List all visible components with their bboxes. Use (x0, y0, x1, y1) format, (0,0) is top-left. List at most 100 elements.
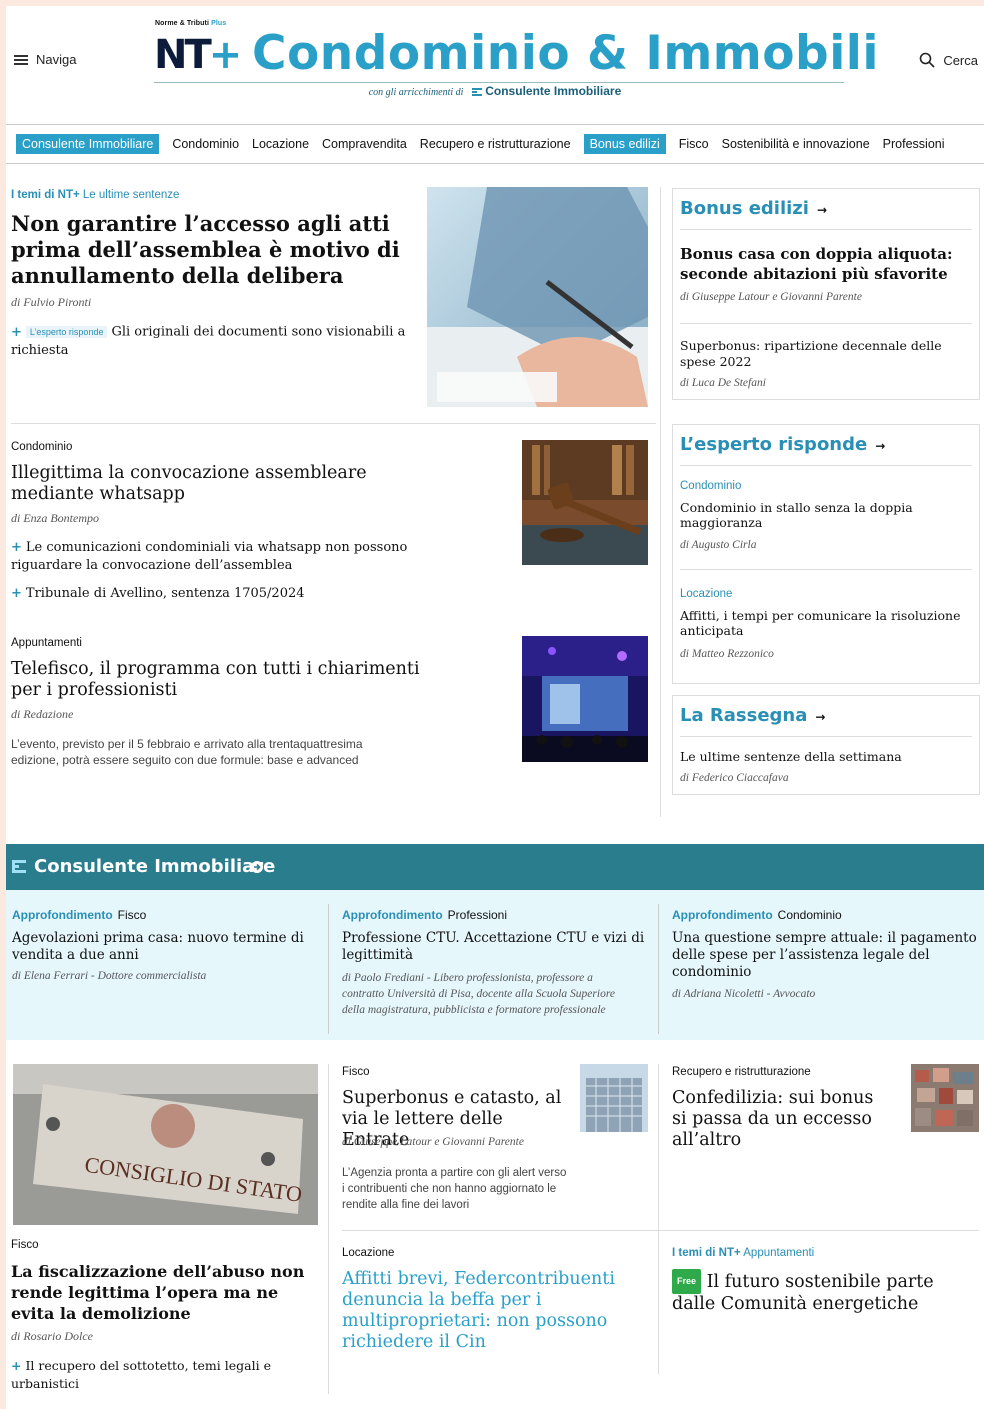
b3-image[interactable] (911, 1064, 979, 1132)
enrichment-brand[interactable]: Consulente Immobiliare (485, 84, 621, 98)
b3-title[interactable]: Confedilizia: sui bonus si passa da un e… (672, 1088, 892, 1151)
esperto-a2-byline: di Matteo Rezzonico (680, 648, 774, 660)
b5-title[interactable]: Free Il futuro sostenibile parte dalle C… (672, 1269, 977, 1315)
b5-tem[interactable]: I temi di NT+ (672, 1247, 741, 1259)
nav-condominio[interactable]: Condominio (172, 137, 239, 151)
divider (658, 904, 659, 1034)
arrow-right-icon: → (815, 710, 826, 724)
menu-button[interactable]: Naviga (14, 52, 76, 67)
story2-byline: di Enza Bontempo (11, 511, 99, 525)
divider (680, 736, 972, 737)
page: Naviga Norme & Tributi Plus NT+ Condomin… (6, 6, 984, 1409)
ci-c1-label: Approfondimento Fisco (12, 908, 147, 922)
bonus-a2-byline: di Luca De Stefani (680, 377, 766, 389)
logo-underline (154, 82, 844, 83)
b2-byline: di Giuseppe Latour e Giovanni Parente (342, 1136, 524, 1148)
rassegna-a1-title[interactable]: Le ultime sentenze della settimana (680, 749, 970, 764)
plus-icon: + (11, 540, 22, 555)
lead-tem[interactable]: I temi di NT+ (11, 189, 80, 201)
plus-icon: + (11, 586, 22, 601)
plus-icon: + (11, 324, 22, 340)
rassegna-head[interactable]: La Rassegna → (680, 705, 825, 726)
esperto-a1-title[interactable]: Condominio in stallo senza la doppia mag… (680, 500, 970, 530)
esperto-a2-title[interactable]: Affitti, i tempi per comunicare la risol… (680, 608, 970, 638)
ci-c2-byline: di Paolo Frediani - Libero professionist… (342, 972, 615, 1016)
bonus-a2-title[interactable]: Superbonus: ripartizione decennale delle… (680, 338, 975, 370)
logo-nt: NT+ (154, 32, 242, 78)
rassegna-a1-byline: di Federico Ciaccafava (680, 772, 789, 784)
consiglio-stato-image[interactable]: CONSIGLIO DI STATO (13, 1064, 318, 1225)
search-label: Cerca (943, 52, 978, 68)
divider (680, 323, 972, 324)
ci-c1-byline: di Elena Ferrari - Dottore commercialist… (12, 970, 207, 982)
ci-c3-title[interactable]: Una questione sempre attuale: il pagamen… (672, 930, 977, 981)
b1-title[interactable]: La fiscalizzazione dell’abuso non rende … (11, 1261, 316, 1324)
ci-c2-title[interactable]: Professione CTU. Accettazione CTU e vizi… (342, 930, 647, 964)
site-logo[interactable]: Norme & Tributi Plus NT+ Condominio & Im… (154, 18, 879, 84)
story3-byline: di Redazione (11, 707, 74, 721)
story3-title[interactable]: Telefisco, il programma con tutti i chia… (11, 659, 451, 701)
nav-sostenibilita[interactable]: Sostenibilità e innovazione (722, 137, 870, 151)
bonus-edilizi-head[interactable]: Bonus edilizi → (680, 198, 827, 219)
menu-label: Naviga (36, 52, 77, 67)
b5-kicker: I temi di NT+ Appuntamenti (672, 1247, 814, 1259)
ci-c2-label: Approfondimento Professioni (342, 908, 508, 922)
rassegna-box: La Rassegna → Le ultime sentenze della se… (672, 695, 980, 795)
consulente-title: Consulente Immobiliare (34, 856, 276, 877)
arrow-right-icon: → (816, 203, 828, 217)
esperto-a2-kicker[interactable]: Locazione (680, 588, 732, 600)
esperto-a1-kicker[interactable]: Condominio (680, 480, 741, 492)
b4-kicker[interactable]: Locazione (342, 1247, 394, 1259)
nav-fisco[interactable]: Fisco (679, 137, 709, 151)
divider (680, 465, 972, 466)
bonus-edilizi-box: Bonus edilizi → Bonus casa con doppia ali… (672, 188, 980, 400)
lead-sub[interactable]: Le ultime sentenze (83, 189, 180, 201)
bonus-a1-title[interactable]: Bonus casa con doppia aliquota: seconde … (680, 244, 970, 284)
divider (328, 904, 329, 1034)
lead-title[interactable]: Non garantire l’accesso agli atti prima … (11, 211, 411, 289)
story2-kicker[interactable]: Condominio (11, 441, 72, 453)
b1-bullet[interactable]: + Il recupero del sottotetto, temi legali… (11, 1357, 291, 1393)
enrichment-line: con gli arricchimenti di Consulente Immo… (368, 84, 622, 98)
story2-bullet-1[interactable]: + Le comunicazioni condominiali via whats… (11, 539, 411, 575)
divider (11, 423, 656, 424)
arrow-circle-icon (250, 860, 264, 879)
ci-c1-title[interactable]: Agevolazioni prima casa: nuovo termine d… (12, 930, 317, 964)
divider (328, 1064, 329, 1394)
esperto-a1-byline: di Augusto Cirla (680, 539, 757, 551)
b5-sub[interactable]: Appuntamenti (743, 1247, 814, 1259)
search-button[interactable]: Cerca (919, 52, 978, 68)
nav-bonus-edilizi[interactable]: Bonus edilizi (583, 134, 666, 154)
b4-title[interactable]: Affitti brevi, Federcontribuenti denunci… (342, 1269, 632, 1353)
divider (342, 1230, 979, 1231)
b2-kicker[interactable]: Fisco (342, 1066, 369, 1078)
story2-bullet-2[interactable]: + Tribunale di Avellino, sentenza 1705/20… (11, 585, 411, 603)
story2-title[interactable]: Illegittima la convocazione assembleare … (11, 463, 451, 505)
divider (658, 1064, 659, 1374)
b1-kicker[interactable]: Fisco (11, 1239, 38, 1251)
story2-image[interactable] (522, 440, 648, 565)
esperto-risponde-box: L’esperto risponde → Condominio Condomini… (672, 424, 980, 684)
arrow-right-icon: → (875, 439, 886, 453)
divider (680, 569, 972, 570)
esperto-head[interactable]: L’esperto risponde → (680, 434, 885, 455)
lead-bullet[interactable]: + L’esperto risponde Gli originali dei doc… (11, 323, 411, 360)
consulente-area: Approfondimento Fisco Agevolazioni prima … (6, 890, 984, 1040)
story3-summary: L’evento, previsto per il 5 febbraio e a… (11, 737, 363, 767)
story3-image[interactable] (522, 636, 648, 762)
story3-kicker[interactable]: Appuntamenti (11, 637, 82, 649)
lead-image[interactable] (427, 187, 648, 407)
consulente-logo-icon (472, 88, 483, 97)
nav-compravendita[interactable]: Compravendita (322, 137, 407, 151)
nav-recupero[interactable]: Recupero e ristrutturazione (420, 137, 571, 151)
search-icon (920, 52, 935, 68)
logo-small-text: Norme & Tributi Plus (155, 20, 227, 27)
nav-professioni[interactable]: Professioni (883, 137, 945, 151)
consulente-band[interactable]: Consulente Immobiliare (6, 844, 984, 890)
hamburger-icon (14, 54, 28, 65)
logo-title: Condominio & Immobili (252, 26, 880, 81)
b2-image[interactable] (580, 1064, 648, 1132)
nav-consulente-immobiliare[interactable]: Consulente Immobiliare (16, 134, 160, 154)
b3-kicker[interactable]: Recupero e ristrutturazione (672, 1066, 811, 1078)
nav-locazione[interactable]: Locazione (252, 137, 309, 151)
